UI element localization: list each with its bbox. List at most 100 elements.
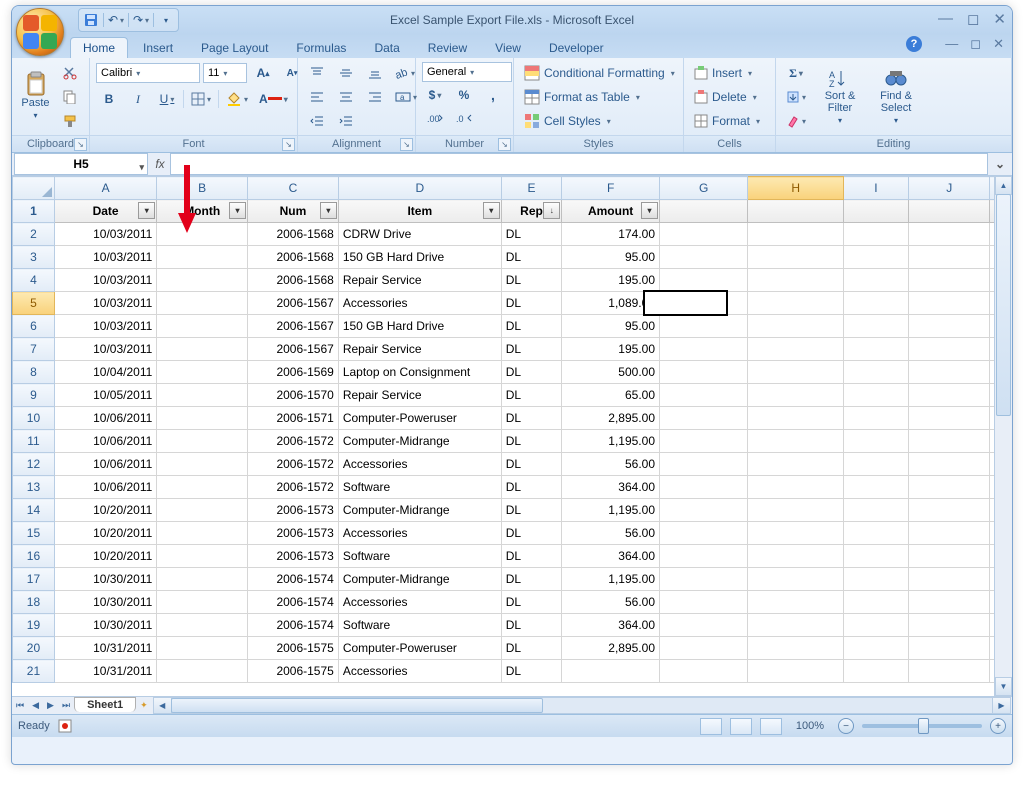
row-header-15[interactable]: 15 — [13, 522, 55, 545]
tab-developer[interactable]: Developer — [536, 37, 617, 58]
cell-F2[interactable]: 174.00 — [562, 223, 660, 246]
cell-J7[interactable] — [909, 338, 990, 361]
zoom-in-button[interactable]: + — [990, 718, 1006, 734]
cell-F18[interactable]: 56.00 — [562, 591, 660, 614]
cell-A12[interactable]: 10/06/2011 — [54, 453, 156, 476]
save-icon[interactable] — [83, 12, 99, 28]
cell-D9[interactable]: Repair Service — [338, 384, 501, 407]
cell-A3[interactable]: 10/03/2011 — [54, 246, 156, 269]
cell-J18[interactable] — [909, 591, 990, 614]
row-header-2[interactable]: 2 — [13, 223, 55, 246]
cell-A21[interactable]: 10/31/2011 — [54, 660, 156, 683]
cell-D18[interactable]: Accessories — [338, 591, 501, 614]
font-size-select[interactable]: 11▾ — [203, 63, 247, 83]
row-header-9[interactable]: 9 — [13, 384, 55, 407]
fx-icon[interactable]: fx — [150, 157, 170, 171]
bold-button[interactable]: B — [96, 88, 122, 110]
row-header-13[interactable]: 13 — [13, 476, 55, 499]
cell-J2[interactable] — [909, 223, 990, 246]
cell-B9[interactable] — [157, 384, 248, 407]
cell-A16[interactable]: 10/20/2011 — [54, 545, 156, 568]
cell-J8[interactable] — [909, 361, 990, 384]
cell-J9[interactable] — [909, 384, 990, 407]
cell-D4[interactable]: Repair Service — [338, 269, 501, 292]
cell-E11[interactable]: DL — [501, 430, 562, 453]
clear-button[interactable] — [782, 110, 810, 132]
cell-G3[interactable] — [660, 246, 748, 269]
cell-B3[interactable] — [157, 246, 248, 269]
cell-B21[interactable] — [157, 660, 248, 683]
cell-E14[interactable]: DL — [501, 499, 562, 522]
tab-review[interactable]: Review — [415, 37, 480, 58]
cell-H15[interactable] — [748, 522, 843, 545]
cell-D15[interactable]: Accessories — [338, 522, 501, 545]
format-as-table-button[interactable]: Format as Table — [520, 86, 684, 108]
tab-view[interactable]: View — [482, 37, 534, 58]
grow-font-button[interactable]: A▴ — [250, 62, 276, 84]
scroll-left-button[interactable]: ◀ — [153, 697, 172, 714]
cell-J6[interactable] — [909, 315, 990, 338]
cell-B11[interactable] — [157, 430, 248, 453]
normal-view-button[interactable] — [700, 718, 722, 735]
tab-nav-last[interactable]: ⏭ — [58, 700, 74, 711]
scroll-right-button[interactable]: ▶ — [992, 697, 1011, 714]
cell-G16[interactable] — [660, 545, 748, 568]
cell-A11[interactable]: 10/06/2011 — [54, 430, 156, 453]
row-header-12[interactable]: 12 — [13, 453, 55, 476]
cell-E21[interactable]: DL — [501, 660, 562, 683]
cell-E12[interactable]: DL — [501, 453, 562, 476]
cell-B12[interactable] — [157, 453, 248, 476]
cell-B5[interactable] — [157, 292, 248, 315]
cell-J3[interactable] — [909, 246, 990, 269]
cell-F11[interactable]: 1,195.00 — [562, 430, 660, 453]
cell-J14[interactable] — [909, 499, 990, 522]
tab-data[interactable]: Data — [361, 37, 412, 58]
cell-E6[interactable]: DL — [501, 315, 562, 338]
column-header-C[interactable]: C — [248, 177, 339, 200]
cell-H6[interactable] — [748, 315, 843, 338]
cell-E3[interactable]: DL — [501, 246, 562, 269]
cell-H7[interactable] — [748, 338, 843, 361]
cell-G2[interactable] — [660, 223, 748, 246]
formula-expand-button[interactable]: ⌄ — [992, 157, 1008, 171]
percent-format-button[interactable]: % — [451, 84, 477, 106]
row-header-20[interactable]: 20 — [13, 637, 55, 660]
row-header-11[interactable]: 11 — [13, 430, 55, 453]
cell-E2[interactable]: DL — [501, 223, 562, 246]
cell-I7[interactable] — [843, 338, 908, 361]
align-left-button[interactable] — [304, 86, 330, 108]
cell-I11[interactable] — [843, 430, 908, 453]
cell-C3[interactable]: 2006-1568 — [248, 246, 339, 269]
cell-A8[interactable]: 10/04/2011 — [54, 361, 156, 384]
cell-B7[interactable] — [157, 338, 248, 361]
cell-E9[interactable]: DL — [501, 384, 562, 407]
row-header-10[interactable]: 10 — [13, 407, 55, 430]
macro-record-icon[interactable] — [58, 719, 72, 733]
column-header-A[interactable]: A — [54, 177, 156, 200]
row-header-1[interactable]: 1 — [13, 200, 55, 223]
alignment-dialog-launcher[interactable]: ↘ — [400, 138, 413, 151]
cell-I8[interactable] — [843, 361, 908, 384]
font-name-select[interactable]: Calibri▾ — [96, 63, 200, 83]
cell-I18[interactable] — [843, 591, 908, 614]
horizontal-scrollbar[interactable]: ◀ ▶ — [170, 697, 994, 714]
cell-A10[interactable]: 10/06/2011 — [54, 407, 156, 430]
close-button[interactable]: ✕ — [993, 10, 1006, 28]
cell-J20[interactable] — [909, 637, 990, 660]
cell-F6[interactable]: 95.00 — [562, 315, 660, 338]
cell-C18[interactable]: 2006-1574 — [248, 591, 339, 614]
cell-H11[interactable] — [748, 430, 843, 453]
borders-button[interactable] — [187, 88, 215, 110]
cell-H8[interactable] — [748, 361, 843, 384]
cell-C12[interactable]: 2006-1572 — [248, 453, 339, 476]
cell-F3[interactable]: 95.00 — [562, 246, 660, 269]
cell-J21[interactable] — [909, 660, 990, 683]
filter-header-date[interactable]: Date▾ — [54, 200, 156, 223]
find-select-button[interactable]: Find & Select▾ — [870, 62, 922, 130]
cell-H21[interactable] — [748, 660, 843, 683]
cell-D14[interactable]: Computer-Midrange — [338, 499, 501, 522]
cell-E18[interactable]: DL — [501, 591, 562, 614]
cell-H4[interactable] — [748, 269, 843, 292]
formula-input[interactable] — [170, 153, 988, 175]
cell-C6[interactable]: 2006-1567 — [248, 315, 339, 338]
